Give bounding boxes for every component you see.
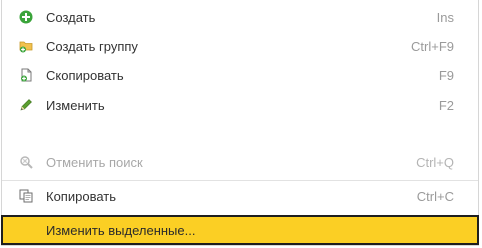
menu-separator — [2, 180, 478, 181]
menu-item-label: Отменить поиск — [46, 154, 143, 170]
context-menu: Создать Ins Создать группу Ctrl+F9 Скопи… — [1, 0, 479, 246]
menu-item-label: Создать группу — [46, 38, 138, 54]
add-circle-icon — [19, 10, 33, 24]
menu-item-create-group[interactable]: Создать группу Ctrl+F9 — [2, 32, 478, 60]
copy-document-icon — [21, 68, 32, 82]
menu-item-edit-selected[interactable]: Изменить выделенные... — [1, 215, 479, 245]
menu-item-shortcut: F9 — [438, 67, 454, 83]
menu-item-shortcut: Ins — [436, 9, 454, 25]
copy-icon — [19, 189, 33, 203]
folder-add-icon — [19, 41, 33, 53]
menu-item-label: Изменить — [46, 97, 105, 113]
menu-item-edit[interactable]: Изменить F2 — [2, 91, 478, 119]
menu-item-label: Скопировать — [46, 67, 124, 83]
menu-item-shortcut: Ctrl+C — [416, 188, 454, 204]
menu-item-shortcut: Ctrl+Q — [416, 154, 454, 170]
menu-item-label: Создать — [46, 9, 96, 25]
menu-item-shortcut: F2 — [438, 97, 454, 113]
menu-item-shortcut: Ctrl+F9 — [411, 38, 454, 54]
menu-item-label: Изменить выделенные... — [46, 222, 196, 238]
menu-item-copy[interactable]: Копировать Ctrl+C — [2, 182, 478, 210]
pencil-icon — [20, 99, 32, 111]
cancel-search-icon — [20, 156, 33, 169]
menu-item-cancel-search[interactable]: Отменить поиск Ctrl+Q — [2, 148, 478, 176]
menu-item-create[interactable]: Создать Ins — [2, 3, 478, 31]
menu-item-label: Копировать — [46, 188, 116, 204]
menu-item-duplicate[interactable]: Скопировать F9 — [2, 61, 478, 89]
